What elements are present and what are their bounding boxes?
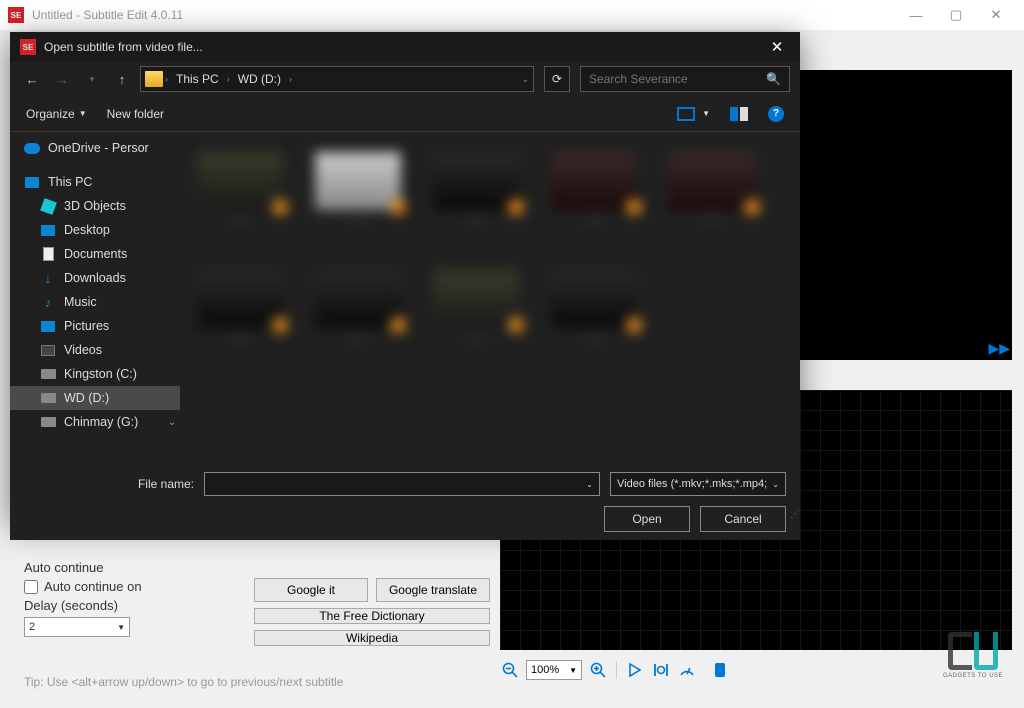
cancel-button[interactable]: Cancel [700, 506, 786, 532]
file-thumb[interactable]: —— [426, 152, 526, 242]
file-name-input[interactable]: ⌄ [204, 472, 600, 496]
wikipedia-button[interactable]: Wikipedia [254, 630, 490, 646]
tip-text: Tip: Use <alt+arrow up/down> to go to pr… [24, 675, 343, 689]
sidebar-item-documents[interactable]: Documents [10, 242, 180, 266]
sidebar-item-onedrive[interactable]: OneDrive - Persor [10, 136, 180, 160]
chevron-down-icon[interactable]: ⌄ [586, 480, 593, 489]
sidebar-item-this-pc[interactable]: This PC [10, 170, 180, 194]
file-thumb[interactable]: —— [308, 152, 408, 242]
sidebar-item-pictures[interactable]: Pictures [10, 314, 180, 338]
auto-continue-checkbox[interactable] [24, 580, 38, 594]
free-dictionary-button[interactable]: The Free Dictionary [254, 608, 490, 624]
breadcrumb-dropdown-icon[interactable]: ⌄ [521, 74, 529, 85]
chevron-down-icon[interactable]: ⌄ [168, 417, 176, 428]
zoom-in-icon[interactable] [588, 660, 608, 680]
video-skip-icon[interactable]: ▶▶ [988, 340, 1010, 357]
open-button[interactable]: Open [604, 506, 690, 532]
open-file-dialog: SE Open subtitle from video file... ✕ ← … [10, 32, 800, 522]
sidebar-item-wd[interactable]: WD (D:) [10, 386, 180, 410]
dialog-titlebar: SE Open subtitle from video file... ✕ [10, 32, 800, 62]
chevron-right-icon: › [227, 74, 230, 84]
chevron-right-icon: › [289, 74, 292, 84]
selection-icon[interactable] [651, 660, 671, 680]
file-thumb[interactable]: —— [426, 270, 526, 360]
file-name-label: File name: [24, 477, 194, 491]
file-thumb[interactable]: —— [308, 270, 408, 360]
dialog-close-button[interactable]: ✕ [764, 34, 790, 60]
nav-forward-icon[interactable]: → [50, 67, 74, 91]
auto-continue-title: Auto continue [24, 560, 142, 575]
google-translate-button[interactable]: Google translate [376, 578, 490, 602]
dialog-icon: SE [20, 39, 36, 55]
sidebar: OneDrive - Persor This PC 3D Objects Des… [10, 132, 180, 462]
app-titlebar: SE Untitled - Subtitle Edit 4.0.11 — ▢ ✕ [0, 0, 1024, 30]
toolbar-row: Organize▼ New folder ▼ ? [10, 96, 800, 132]
help-icon[interactable]: ? [768, 106, 784, 122]
reference-buttons: Google it Google translate The Free Dict… [254, 578, 490, 646]
file-thumb[interactable]: —— [662, 152, 762, 242]
speed-icon[interactable] [677, 660, 697, 680]
watermark: GADGETS TO USE [938, 632, 1008, 692]
file-type-dropdown[interactable]: Video files (*.mkv;*.mks;*.mp4;⌄ [610, 472, 786, 496]
google-it-button[interactable]: Google it [254, 578, 368, 602]
delay-label: Delay (seconds) [24, 598, 118, 613]
search-input[interactable] [589, 72, 766, 86]
app-icon: SE [8, 7, 24, 23]
play-icon[interactable] [625, 660, 645, 680]
folder-icon [145, 71, 163, 87]
sidebar-item-downloads[interactable]: ↓Downloads [10, 266, 180, 290]
nav-recent-icon[interactable]: ▾ [80, 67, 104, 91]
maximize-button[interactable]: ▢ [936, 0, 976, 30]
search-icon[interactable]: 🔍 [766, 72, 781, 86]
chevron-right-icon: › [165, 74, 168, 84]
nav-back-icon[interactable]: ← [20, 67, 44, 91]
auto-continue-panel: Auto continue Auto continue on Delay (se… [24, 560, 142, 637]
minimize-button[interactable]: — [896, 0, 936, 30]
refresh-button[interactable]: ⟳ [544, 66, 570, 92]
file-thumb[interactable]: —— [544, 270, 644, 360]
sidebar-item-videos[interactable]: Videos [10, 338, 180, 362]
file-thumb[interactable]: —— [190, 152, 290, 242]
playback-toolbar: 100%▼ [500, 656, 725, 684]
file-thumb[interactable]: —— [190, 270, 290, 360]
dialog-title: Open subtitle from video file... [44, 40, 203, 54]
sidebar-item-chinmay[interactable]: Chinmay (G:)⌄ [10, 410, 180, 434]
nav-row: ← → ▾ ↑ › This PC › WD (D:) › ⌄ ⟳ 🔍 [10, 62, 800, 96]
view-mode-button[interactable]: ▼ [677, 107, 710, 121]
delay-dropdown[interactable]: 2▼ [24, 617, 130, 637]
resize-grip[interactable]: ⋰ [790, 509, 798, 520]
zoom-out-icon[interactable] [500, 660, 520, 680]
zoom-dropdown[interactable]: 100%▼ [526, 660, 582, 680]
organize-button[interactable]: Organize▼ [26, 107, 87, 121]
preview-pane-button[interactable] [730, 107, 748, 121]
breadcrumb-bar[interactable]: › This PC › WD (D:) › ⌄ [140, 66, 534, 92]
sidebar-item-3d-objects[interactable]: 3D Objects [10, 194, 180, 218]
breadcrumb-this-pc[interactable]: This PC [170, 72, 225, 86]
auto-continue-on-label: Auto continue on [44, 579, 142, 594]
sidebar-item-desktop[interactable]: Desktop [10, 218, 180, 242]
search-box[interactable]: 🔍 [580, 66, 790, 92]
position-slider-thumb[interactable] [715, 663, 725, 677]
file-thumb[interactable]: —— [544, 152, 644, 242]
dialog-footer: File name: ⌄ Video files (*.mkv;*.mks;*.… [10, 462, 800, 540]
app-title: Untitled - Subtitle Edit 4.0.11 [32, 8, 183, 22]
sidebar-item-kingston[interactable]: Kingston (C:) [10, 362, 180, 386]
new-folder-button[interactable]: New folder [107, 107, 164, 121]
breadcrumb-drive[interactable]: WD (D:) [232, 72, 287, 86]
nav-up-icon[interactable]: ↑ [110, 67, 134, 91]
sidebar-item-music[interactable]: ♪Music [10, 290, 180, 314]
close-button[interactable]: ✕ [976, 0, 1016, 30]
file-grid[interactable]: —— —— —— —— —— —— —— —— —— [180, 132, 800, 462]
